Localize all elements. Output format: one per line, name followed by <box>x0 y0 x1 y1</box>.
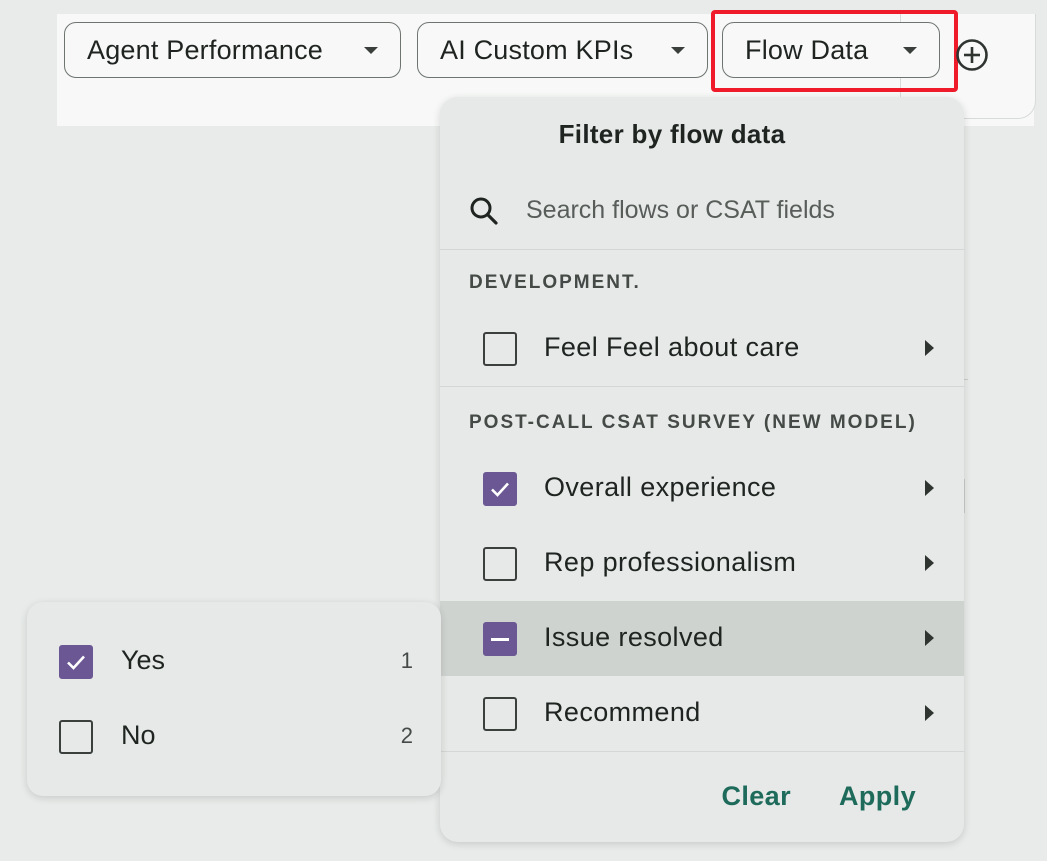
indeterminate-dash-icon <box>491 638 509 641</box>
checkbox[interactable] <box>483 547 517 581</box>
search-icon <box>470 197 498 225</box>
checkbox-checked[interactable] <box>483 472 517 506</box>
chevron-right-icon[interactable] <box>925 480 934 496</box>
agent-performance-filter-button[interactable]: Agent Performance <box>64 22 401 78</box>
flow-item-issue-resolved[interactable]: Issue resolved <box>440 601 964 676</box>
option-no[interactable]: No 2 <box>27 698 441 773</box>
option-count: 2 <box>400 723 413 748</box>
item-label: Issue resolved <box>544 622 724 652</box>
flow-item-recommend[interactable]: Recommend <box>440 676 964 752</box>
flow-item-feel-about-care[interactable]: Feel Feel about care <box>440 311 964 387</box>
checkmark-icon <box>67 655 85 670</box>
background-divider <box>964 379 968 380</box>
checkbox-checked[interactable] <box>59 645 93 679</box>
chevron-right-icon[interactable] <box>925 630 934 646</box>
search-bar <box>440 173 964 250</box>
add-circle-icon[interactable] <box>955 38 989 72</box>
checkbox[interactable] <box>483 332 517 366</box>
checkbox-indeterminate[interactable] <box>483 622 517 656</box>
panel-actions: Clear Apply <box>721 781 916 812</box>
clear-button[interactable]: Clear <box>721 781 791 812</box>
agent-performance-label: Agent Performance <box>87 34 324 65</box>
item-label: Overall experience <box>544 472 777 502</box>
background-divider <box>964 479 965 513</box>
apply-button[interactable]: Apply <box>839 781 916 812</box>
chevron-down-icon <box>364 46 378 54</box>
chevron-right-icon[interactable] <box>925 705 934 721</box>
option-yes[interactable]: Yes 1 <box>27 623 441 698</box>
flow-data-filter-panel: Filter by flow data DEVELOPMENT. Feel Fe… <box>440 97 964 842</box>
issue-resolved-options-panel: Yes 1 No 2 <box>27 602 441 796</box>
item-label: Feel Feel about care <box>544 332 800 362</box>
option-label: No <box>121 720 156 750</box>
panel-title: Filter by flow data <box>558 119 786 149</box>
highlight-box <box>711 10 958 92</box>
section-label-post-call-csat: POST-CALL CSAT SURVEY (NEW MODEL) <box>469 412 917 433</box>
item-label: Rep professionalism <box>544 547 797 577</box>
option-label: Yes <box>121 645 166 675</box>
chevron-right-icon[interactable] <box>925 340 934 356</box>
ai-custom-kpis-label: AI Custom KPIs <box>440 34 634 65</box>
chevron-right-icon[interactable] <box>925 555 934 571</box>
item-label: Recommend <box>544 697 701 727</box>
ai-custom-kpis-filter-button[interactable]: AI Custom KPIs <box>417 22 708 78</box>
option-count: 1 <box>400 648 413 673</box>
section-label-development: DEVELOPMENT. <box>469 272 641 293</box>
chevron-down-icon <box>671 46 685 54</box>
flow-item-rep-professionalism[interactable]: Rep professionalism <box>440 526 964 601</box>
flow-item-overall-experience[interactable]: Overall experience <box>440 451 964 526</box>
search-input[interactable] <box>524 189 928 231</box>
checkbox[interactable] <box>483 697 517 731</box>
checkmark-icon <box>491 482 509 497</box>
checkbox[interactable] <box>59 720 93 754</box>
